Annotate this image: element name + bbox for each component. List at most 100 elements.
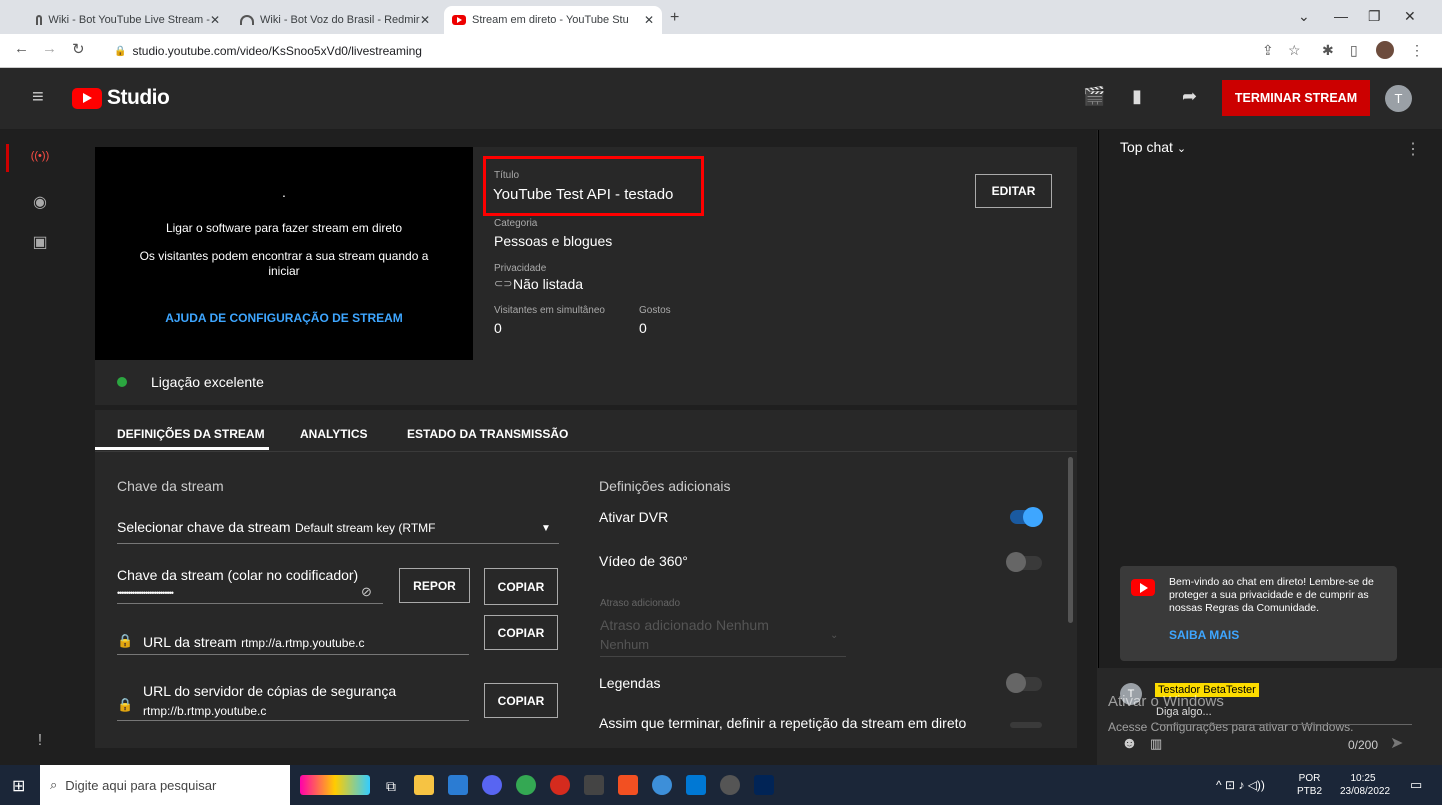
bookmark-icon[interactable]: ▮ [1132, 86, 1142, 107]
tab-close-icon[interactable]: ✕ [210, 13, 220, 27]
studio-logo[interactable]: Studio [72, 86, 170, 110]
system-tray-icons[interactable]: ^ ⊡ ♪ ◁)) [1216, 778, 1265, 792]
restore-icon[interactable]: ❐ [1368, 8, 1381, 25]
chat-input-underline [1156, 724, 1412, 725]
top-chat-dropdown[interactable]: Top chat ⌄ [1120, 139, 1186, 155]
stream-url-field[interactable]: URL da stream rtmp://a.rtmp.youtube.c [143, 634, 364, 652]
bookmark-star-icon[interactable]: ☆ [1288, 42, 1301, 59]
category-value: Pessoas e blogues [494, 233, 613, 249]
category-label: Categoria [494, 218, 538, 229]
mail-icon[interactable] [448, 775, 468, 795]
copy-backup-url-button[interactable]: COPIAR [484, 683, 558, 718]
windows-start-icon[interactable]: ⊞ [12, 776, 25, 796]
preview-text: Os visitantes podem encontrar a sua stre… [139, 249, 429, 263]
settings-scrollbar[interactable] [1068, 457, 1073, 623]
tab-stream-health[interactable]: ESTADO DA TRANSMISSÃO [407, 427, 568, 441]
delay-value: Nenhum [600, 637, 650, 652]
task-view-icon[interactable]: ⧉ [386, 778, 396, 795]
live-stream-icon[interactable]: ((•)) [26, 150, 54, 162]
setup-help-link[interactable]: AJUDA DE CONFIGURAÇÃO DE STREAM [165, 311, 403, 325]
extensions-icon[interactable]: ✱ [1322, 42, 1334, 59]
stream-key-select[interactable]: Selecionar chave da stream Default strea… [117, 519, 435, 537]
tab-close-icon[interactable]: ✕ [644, 13, 654, 27]
replay-label: Assim que terminar, definir a repetição … [599, 715, 967, 731]
emoji-icon[interactable]: ☻ [1121, 735, 1138, 753]
youtube-logo-icon [72, 87, 102, 109]
account-avatar[interactable]: T [1385, 85, 1412, 112]
dvr-toggle-knob [1023, 507, 1043, 527]
back-icon[interactable]: ← [14, 40, 29, 57]
edit-button[interactable]: EDITAR [975, 174, 1052, 208]
hamburger-menu-icon[interactable]: ≡ [32, 86, 44, 109]
send-icon[interactable]: ➤ [1390, 733, 1403, 753]
share-arrow-icon[interactable]: ➦ [1182, 86, 1197, 107]
wiki-favicon-icon [36, 15, 43, 25]
learn-more-link[interactable]: SAIBA MAIS [1169, 628, 1239, 642]
copy-url-button[interactable]: COPIAR [484, 615, 558, 650]
chevron-down-icon: ⌄ [1176, 143, 1187, 155]
clock[interactable]: 10:25 23/08/2022 [1340, 772, 1390, 798]
key-underline [117, 603, 383, 604]
reload-icon[interactable]: ↻ [72, 40, 85, 58]
rad-icon[interactable] [550, 775, 570, 795]
chat-menu-icon[interactable]: ⋮ [1405, 139, 1421, 159]
chrome-icon[interactable] [516, 775, 536, 795]
likes-value: 0 [639, 320, 647, 336]
active-tab-indicator [95, 447, 269, 450]
app-icon[interactable] [584, 775, 604, 795]
browser-menu-icon[interactable]: ⋮ [1410, 42, 1424, 59]
youtube-favicon-icon [452, 15, 466, 25]
obs-icon[interactable] [720, 775, 740, 795]
replay-toggle[interactable] [1010, 722, 1042, 728]
discord-icon[interactable] [482, 775, 502, 795]
browser-tab-active[interactable]: Stream em direto - YouTube Stu ✕ [444, 6, 662, 34]
clapperboard-icon[interactable]: 🎬 [1083, 86, 1105, 107]
visibility-off-icon[interactable]: ⊘ [361, 584, 372, 600]
app-icon[interactable] [618, 775, 638, 795]
left-nav [0, 130, 80, 765]
tab-analytics[interactable]: ANALYTICS [300, 427, 368, 441]
close-window-icon[interactable]: ✕ [1404, 8, 1416, 25]
poll-icon[interactable]: ▥ [1150, 736, 1162, 752]
tab-close-icon[interactable]: ✕ [420, 13, 430, 27]
taskbar-search[interactable]: ⌕ Digite aqui para pesquisar [40, 765, 290, 805]
video-360-toggle-knob [1006, 552, 1026, 572]
copy-key-button[interactable]: COPIAR [484, 568, 558, 605]
search-highlight-image[interactable] [300, 775, 370, 795]
delay-select[interactable]: Atraso adicionado Nenhum [600, 617, 769, 633]
backup-url-value[interactable]: rtmp://b.rtmp.youtube.c [143, 704, 266, 718]
app-icon[interactable] [652, 775, 672, 795]
file-explorer-icon[interactable] [414, 775, 434, 795]
dropdown-arrow-icon[interactable]: ▼ [541, 523, 551, 534]
dvr-label: Ativar DVR [599, 509, 669, 525]
stream-key-input[interactable]: •••••••••••••••••••••••••• [117, 588, 174, 598]
notifications-icon[interactable]: ▭ [1410, 777, 1422, 793]
forward-icon[interactable]: → [42, 40, 57, 57]
share-icon[interactable]: ⇪ [1262, 42, 1274, 59]
new-tab-button[interactable]: + [670, 9, 679, 27]
chat-header: Top chat [1120, 139, 1173, 155]
camera-icon[interactable]: ◉ [26, 192, 54, 212]
vscode-icon[interactable] [686, 775, 706, 795]
end-stream-button[interactable]: TERMINAR STREAM [1222, 80, 1370, 116]
side-panel-icon[interactable]: ▯ [1350, 42, 1358, 59]
tab-search-icon[interactable]: ⌄ [1298, 8, 1310, 25]
reset-key-button[interactable]: REPOR [399, 568, 470, 603]
calendar-icon[interactable]: ▣ [26, 232, 54, 252]
stream-key-label: Chave da stream (colar no codificador) [117, 567, 359, 583]
browser-tab[interactable]: Wiki - Bot YouTube Live Stream - ✕ [28, 6, 228, 34]
input-language[interactable]: POR PTB2 [1297, 772, 1322, 798]
video-360-label: Vídeo de 360° [599, 553, 688, 569]
feedback-icon[interactable]: ! [26, 732, 54, 750]
tab-stream-settings[interactable]: DEFINIÇÕES DA STREAM [117, 427, 265, 441]
captions-label: Legendas [599, 675, 661, 691]
browser-tab[interactable]: Wiki - Bot Voz do Brasil - Redmir ✕ [232, 6, 438, 34]
profile-avatar[interactable] [1376, 41, 1394, 59]
tab-title: Wiki - Bot Voz do Brasil - Redmir [260, 14, 420, 26]
backup-url-label: URL do servidor de cópias de segurança [143, 683, 397, 699]
minimize-icon[interactable]: — [1334, 8, 1348, 24]
tab-title: Wiki - Bot YouTube Live Stream - [48, 14, 210, 26]
url-field[interactable]: 🔒 studio.youtube.com/video/KsSnoo5xVd0/l… [106, 39, 1242, 63]
stream-preview: · Ligar o software para fazer stream em … [95, 147, 473, 360]
powershell-icon[interactable] [754, 775, 774, 795]
